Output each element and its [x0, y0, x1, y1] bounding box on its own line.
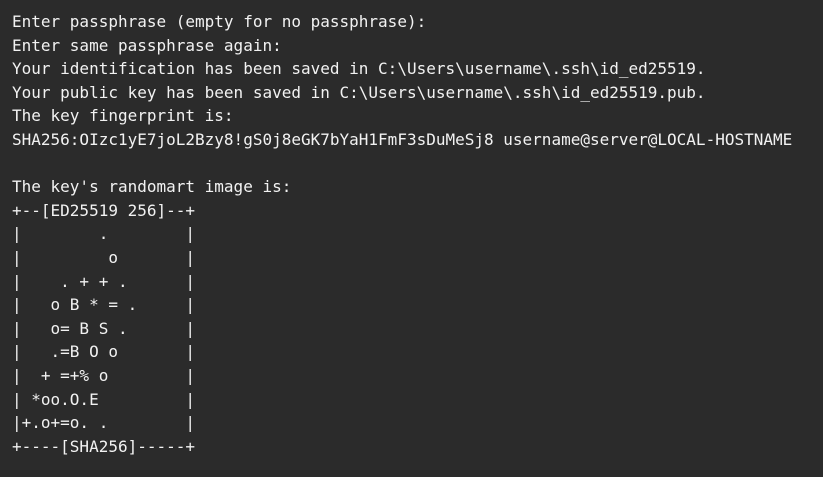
terminal-line-fingerprint: SHA256:OIzc1yE7joL2Bzy8!gS0j8eGK7bYaH1Fm…: [12, 129, 793, 149]
randomart-row: | o= B S . |: [12, 318, 196, 338]
terminal-output[interactable]: Enter passphrase (empty for no passphras…: [0, 0, 823, 477]
randomart-row: | .=B O o |: [12, 342, 196, 362]
randomart-top-border: +--[ED25519 256]--+: [12, 200, 196, 220]
randomart-row: | . + + . |: [12, 271, 196, 291]
randomart-row: |+.o+=o. . |: [12, 413, 196, 433]
terminal-line-randomart-label: The key's randomart image is:: [12, 177, 292, 197]
terminal-line-passphrase-again: Enter same passphrase again:: [12, 35, 282, 55]
randomart-row: | + =+% o |: [12, 365, 196, 385]
randomart-row: | o B * = . |: [12, 295, 196, 315]
randomart-row: | o |: [12, 247, 196, 267]
randomart-bottom-border: +----[SHA256]-----+: [12, 436, 196, 456]
terminal-line-public-key-saved: Your public key has been saved in C:\Use…: [12, 82, 706, 102]
terminal-line-fingerprint-label: The key fingerprint is:: [12, 106, 234, 126]
randomart-row: | . |: [12, 224, 196, 244]
terminal-line-passphrase-prompt: Enter passphrase (empty for no passphras…: [12, 12, 427, 31]
randomart-row: | *oo.O.E |: [12, 389, 196, 409]
terminal-line-identification-saved: Your identification has been saved in C:…: [12, 59, 706, 79]
